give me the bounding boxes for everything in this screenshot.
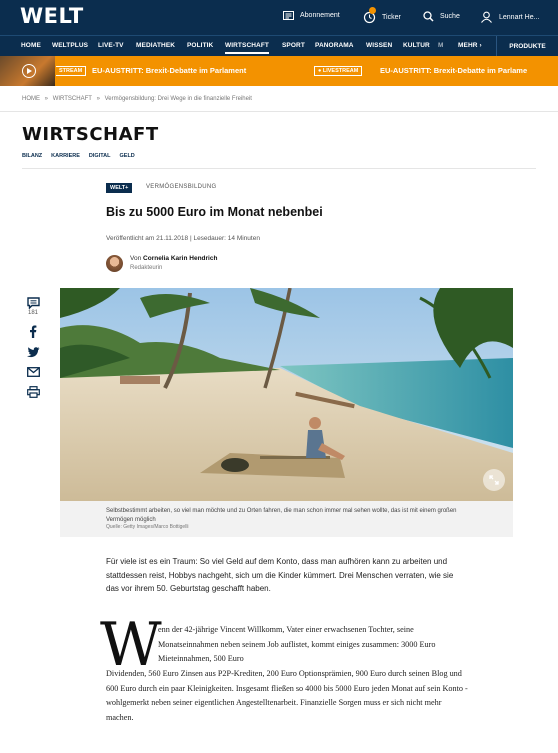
article-body-lead: enn der 42-jährige Vincent Willkomm, Vat…: [158, 625, 436, 663]
notification-dot: [369, 7, 376, 14]
ticker-headline-1[interactable]: EU-AUSTRITT: Brexit-Debatte im Parlament: [92, 66, 246, 75]
search-icon: [423, 11, 434, 22]
article-headline: Bis zu 5000 Euro im Monat nebenbei: [106, 205, 323, 219]
email-share-button[interactable]: [26, 367, 40, 377]
twitter-icon: [26, 347, 39, 358]
author-name[interactable]: Cornelia Karin Hendrich: [143, 255, 217, 262]
live-badge-1: STREAM: [56, 66, 87, 76]
ticker-label: Ticker: [382, 14, 401, 21]
abonnement-link[interactable]: Abonnement: [283, 11, 340, 20]
abonnement-label: Abonnement: [300, 12, 340, 19]
article-meta: Veröffentlicht am 21.11.2018 | Lesedauer…: [106, 235, 260, 242]
author-byline: Von Cornelia Karin Hendrich: [130, 255, 217, 262]
article-kicker: VERMÖGENSBILDUNG: [146, 184, 217, 190]
caption-text: Selbstbestimmt arbeiten, so viel man möc…: [106, 508, 457, 523]
comment-icon: [26, 297, 40, 309]
user-label: Lennart He...: [499, 13, 540, 21]
share-rail: 181: [25, 297, 41, 407]
author-prefix: Von: [130, 255, 142, 262]
ticker-link[interactable]: Ticker: [363, 7, 401, 24]
nav-kultur[interactable]: KULTUR: [403, 42, 430, 49]
facebook-icon: [30, 325, 37, 338]
subnav-karriere[interactable]: KARRIERE: [51, 153, 80, 159]
comment-count: 181: [27, 310, 38, 316]
live-ticker[interactable]: STREAM EU-AUSTRITT: Brexit-Debatte im Pa…: [0, 56, 558, 86]
author-avatar[interactable]: [106, 255, 123, 272]
twitter-share-button[interactable]: [26, 347, 40, 358]
expand-image-button[interactable]: [483, 469, 505, 491]
nav-panorama[interactable]: PANORAMA: [315, 42, 354, 49]
section-title[interactable]: WIRTSCHAFT: [22, 124, 159, 145]
nav-politik[interactable]: POLITIK: [187, 42, 213, 49]
divider: [0, 111, 558, 112]
nav-truncated[interactable]: M: [438, 42, 444, 49]
main-nav: HOME WELTPLUS LIVE-TV MEDIATHEK POLITIK …: [0, 35, 558, 57]
hero-image[interactable]: [60, 288, 513, 501]
nav-wissen[interactable]: WISSEN: [366, 42, 392, 49]
facebook-share-button[interactable]: [29, 325, 37, 338]
beach-photo: [60, 288, 513, 501]
nav-sport[interactable]: SPORT: [282, 42, 305, 49]
comments-button[interactable]: 181: [26, 297, 40, 316]
newspaper-icon: [283, 11, 294, 20]
breadcrumb-separator: »: [96, 96, 100, 102]
subnav-geld[interactable]: GELD: [120, 153, 135, 159]
drop-cap: W: [100, 610, 162, 680]
breadcrumb: HOME » WIRTSCHAFT » Vermögensbildung: Dr…: [22, 96, 255, 102]
article-body: Dividenden, 560 Euro Zinsen aus P2P-Kred…: [106, 669, 468, 722]
print-button[interactable]: [26, 386, 40, 398]
caption-credit: Quelle: Getty Images/Marco Bottigelli: [106, 524, 189, 530]
user-icon: [481, 11, 492, 23]
welt-logo[interactable]: WELT: [20, 4, 84, 28]
divider: [22, 168, 536, 169]
nav-produkte[interactable]: PRODUKTE: [496, 36, 558, 57]
section-subnav: BILANZ KARRIERE DIGITAL GELD: [22, 153, 135, 159]
nav-wirtschaft[interactable]: WIRTSCHAFT: [225, 42, 269, 54]
printer-icon: [26, 386, 40, 398]
nav-mediathek[interactable]: MEDIATHEK: [136, 42, 175, 49]
breadcrumb-wirtschaft[interactable]: WIRTSCHAFT: [53, 96, 92, 102]
nav-home[interactable]: HOME: [21, 42, 41, 49]
ticker-headline-2[interactable]: EU-AUSTRITT: Brexit-Debatte im Parlame: [380, 66, 527, 75]
envelope-icon: [26, 367, 40, 377]
author-role: Redakteurin: [130, 265, 163, 271]
article-teaser: Für viele ist es ein Traum: So viel Geld…: [106, 557, 454, 593]
welt-plus-badge: WELT+: [106, 183, 133, 193]
user-menu[interactable]: Lennart He...: [480, 11, 539, 23]
search-label: Suche: [440, 13, 460, 20]
breadcrumb-current: Vermögensbildung: Drei Wege in die finan…: [104, 96, 252, 102]
ticker-thumbnail[interactable]: [0, 56, 55, 86]
top-bar: WELT Abonnement Ticker Suche Lennart He.…: [0, 0, 558, 35]
live-badge-2: ● LIVESTREAM: [314, 66, 363, 76]
nav-live-tv[interactable]: LIVE-TV: [98, 42, 124, 49]
expand-icon: [489, 475, 499, 485]
nav-weltplus[interactable]: WELTPLUS: [52, 42, 88, 49]
subnav-digital[interactable]: DIGITAL: [89, 153, 111, 159]
breadcrumb-home[interactable]: HOME: [22, 96, 40, 102]
image-caption: Selbstbestimmt arbeiten, so viel man möc…: [60, 501, 513, 537]
nav-more[interactable]: MEHR ›: [458, 42, 482, 49]
breadcrumb-separator: »: [44, 96, 49, 102]
play-icon[interactable]: [22, 64, 36, 78]
search-link[interactable]: Suche: [423, 11, 460, 22]
subnav-bilanz[interactable]: BILANZ: [22, 153, 42, 159]
page: WELT Abonnement Ticker Suche Lennart He.…: [0, 0, 558, 753]
